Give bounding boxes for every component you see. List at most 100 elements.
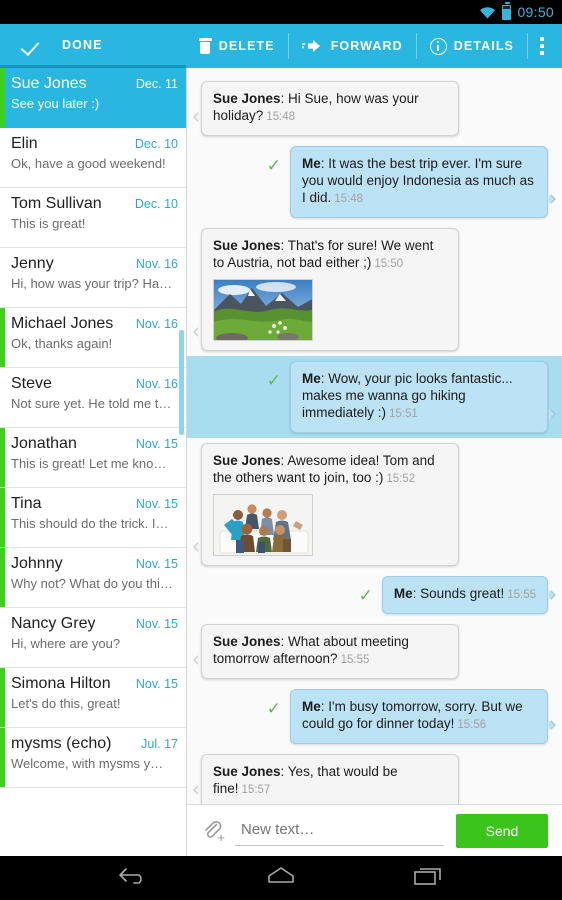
conversation-name: Johnny <box>11 555 63 572</box>
message-list[interactable]: Sue Jones: Hi Sue, how was your holiday?… <box>187 68 562 804</box>
message-time: 15:50 <box>374 258 404 270</box>
message-sender: Sue Jones <box>213 238 281 253</box>
conversation-preview: Let's do this, great! <box>11 696 121 711</box>
unread-marker <box>0 728 5 787</box>
message-bubble[interactable]: Me: Sounds great! 15:55 <box>381 576 557 614</box>
message-row[interactable]: Sue Jones: What about meeting tomorrow a… <box>187 619 562 684</box>
more-vertical-icon[interactable] <box>540 37 544 55</box>
message-bubble[interactable]: Sue Jones: Hi Sue, how was your holiday?… <box>193 81 459 136</box>
unread-marker <box>0 68 5 127</box>
conversation-date: Dec. 10 <box>134 197 178 211</box>
conversation-preview: Hi, where are you? <box>11 636 121 651</box>
conversation-name: Elin <box>11 135 38 152</box>
conversation-date: Dec. 10 <box>134 137 178 151</box>
app-window: 09:50 DONE DELETE FORWARD DETAILS Sue Jo… <box>0 0 562 900</box>
sent-check-icon: ✓ <box>266 156 281 175</box>
message-sender: Sue Jones <box>213 453 281 468</box>
message-bubble[interactable]: Sue Jones: Awesome idea! Tom and the oth… <box>193 443 459 566</box>
message-bubble[interactable]: Me: It was the best trip ever. I'm sure … <box>290 146 556 218</box>
conversation-item[interactable]: Jonathan Nov. 15 This is great! Let me kno… <box>0 428 186 488</box>
message-time: 15:57 <box>241 784 271 796</box>
message-row[interactable]: ✓ Me: Wow, your pic looks fantastic... ma… <box>187 356 562 438</box>
conversation-item[interactable]: Nancy Grey Nov. 15 Hi, where are you? <box>0 608 186 668</box>
message-sender: Sue Jones <box>213 91 281 106</box>
message-row[interactable]: ✓ Me: I'm busy tomorrow, sorry. But we co… <box>187 684 562 749</box>
unread-marker <box>0 668 5 727</box>
message-row[interactable]: Sue Jones: Hi Sue, how was your holiday?… <box>187 76 562 141</box>
message-bubble[interactable]: Me: Wow, your pic looks fantastic... mak… <box>290 361 556 433</box>
message-sender: Me <box>302 156 321 171</box>
conversation-preview: Welcome, with mysms y… <box>11 756 164 771</box>
conversation-item[interactable]: Steve Nov. 16 Not sure yet. He told me t… <box>0 368 186 428</box>
conversation-preview: Why not? What do you thi… <box>11 576 173 591</box>
conversation-item[interactable]: Jenny Nov. 16 Hi, how was your trip? Ha… <box>0 248 186 308</box>
details-button[interactable]: DETAILS <box>417 31 527 61</box>
trash-icon <box>198 38 212 54</box>
conversation-item[interactable]: Tina Nov. 15 This should do the trick. I… <box>0 488 186 548</box>
message-bubble[interactable]: Me: I'm busy tomorrow, sorry. But we cou… <box>290 689 556 744</box>
conversation-preview: This is great! Let me kno… <box>11 456 167 471</box>
unread-marker <box>0 128 5 187</box>
send-button[interactable]: Send <box>456 813 548 848</box>
sent-check-icon: ✓ <box>358 586 373 605</box>
conversation-preview: This should do the trick. I… <box>11 516 169 531</box>
android-nav-bar <box>0 856 562 900</box>
conversation-item[interactable]: Tom Sullivan Dec. 10 This is great! <box>0 188 186 248</box>
check-icon <box>22 34 44 56</box>
conversation-name: Nancy Grey <box>11 615 96 632</box>
status-bar: 09:50 <box>0 0 562 24</box>
group-of-friends-photo[interactable] <box>213 494 313 556</box>
unread-marker <box>0 368 5 427</box>
message-bubble[interactable]: Sue Jones: That's for sure! We went to A… <box>193 228 459 351</box>
conversation-item[interactable]: Simona Hilton Nov. 15 Let's do this, great… <box>0 668 186 728</box>
conversation-list[interactable]: Sue Jones Dec. 11 See you later :) Elin Dec.… <box>0 68 187 856</box>
unread-marker <box>0 548 5 607</box>
conversation-item[interactable]: Elin Dec. 10 Ok, have a good weekend! <box>0 128 186 188</box>
conversation-list-scrollbar[interactable] <box>179 330 184 435</box>
info-icon <box>429 37 447 55</box>
conversation-item[interactable]: Johnny Nov. 15 Why not? What do you thi… <box>0 548 186 608</box>
conversation-date: Jul. 17 <box>141 737 178 751</box>
message-row[interactable]: Sue Jones: Yes, that would be fine! 15:57 <box>187 749 562 804</box>
message-colon: : <box>280 238 288 253</box>
message-time: 15:48 <box>266 111 296 123</box>
delete-button[interactable]: DELETE <box>186 31 288 61</box>
message-text: Sounds great! <box>420 586 505 601</box>
paperclip-add-icon[interactable]: + <box>201 819 225 844</box>
conversation-preview: Ok, thanks again! <box>11 336 113 351</box>
message-sender: Sue Jones <box>213 634 281 649</box>
message-time: 15:56 <box>457 719 487 731</box>
sent-check-icon: ✓ <box>266 699 281 718</box>
conversation-date: Nov. 15 <box>135 617 178 631</box>
message-row[interactable]: ✓ Me: Sounds great! 15:55 <box>187 571 562 619</box>
message-row[interactable]: Sue Jones: Awesome idea! Tom and the oth… <box>187 438 562 571</box>
message-time: 15:51 <box>389 408 418 420</box>
conversation-date: Nov. 15 <box>135 497 178 511</box>
conversation-item[interactable]: Michael Jones Nov. 16 Ok, thanks again! <box>0 308 186 368</box>
done-label: DONE <box>62 37 103 52</box>
done-button[interactable]: DONE <box>0 24 186 68</box>
conversation-item[interactable]: Sue Jones Dec. 11 See you later :) <box>0 68 186 128</box>
conversation-preview: See you later :) <box>11 96 100 111</box>
conversation-item[interactable]: mysms (echo) Jul. 17 Welcome, with mysms y… <box>0 728 186 788</box>
conversation-name: mysms (echo) <box>11 735 112 752</box>
unread-marker <box>0 308 5 367</box>
message-row[interactable]: ✓ Me: It was the best trip ever. I'm sure… <box>187 141 562 223</box>
message-bubble[interactable]: Sue Jones: What about meeting tomorrow a… <box>193 624 459 679</box>
conversation-preview: This is great! <box>11 216 86 231</box>
forward-button[interactable]: FORWARD <box>289 31 416 61</box>
mountain-landscape-photo[interactable] <box>213 279 313 341</box>
back-icon[interactable] <box>117 865 151 892</box>
action-divider <box>527 33 528 59</box>
home-icon[interactable] <box>264 865 298 892</box>
conversation-date: Nov. 16 <box>135 317 178 331</box>
conversation-name: Michael Jones <box>11 315 114 332</box>
message-bubble[interactable]: Sue Jones: Yes, that would be fine! 15:57 <box>193 754 459 804</box>
new-message-input[interactable] <box>235 815 444 846</box>
conversation-name: Jonathan <box>11 435 77 452</box>
message-time: 15:52 <box>386 473 416 485</box>
message-row[interactable]: Sue Jones: That's for sure! We went to A… <box>187 223 562 356</box>
conversation-preview: Ok, have a good weekend! <box>11 156 166 171</box>
recent-apps-icon[interactable] <box>411 865 445 892</box>
conversation-date: Dec. 11 <box>135 77 178 91</box>
